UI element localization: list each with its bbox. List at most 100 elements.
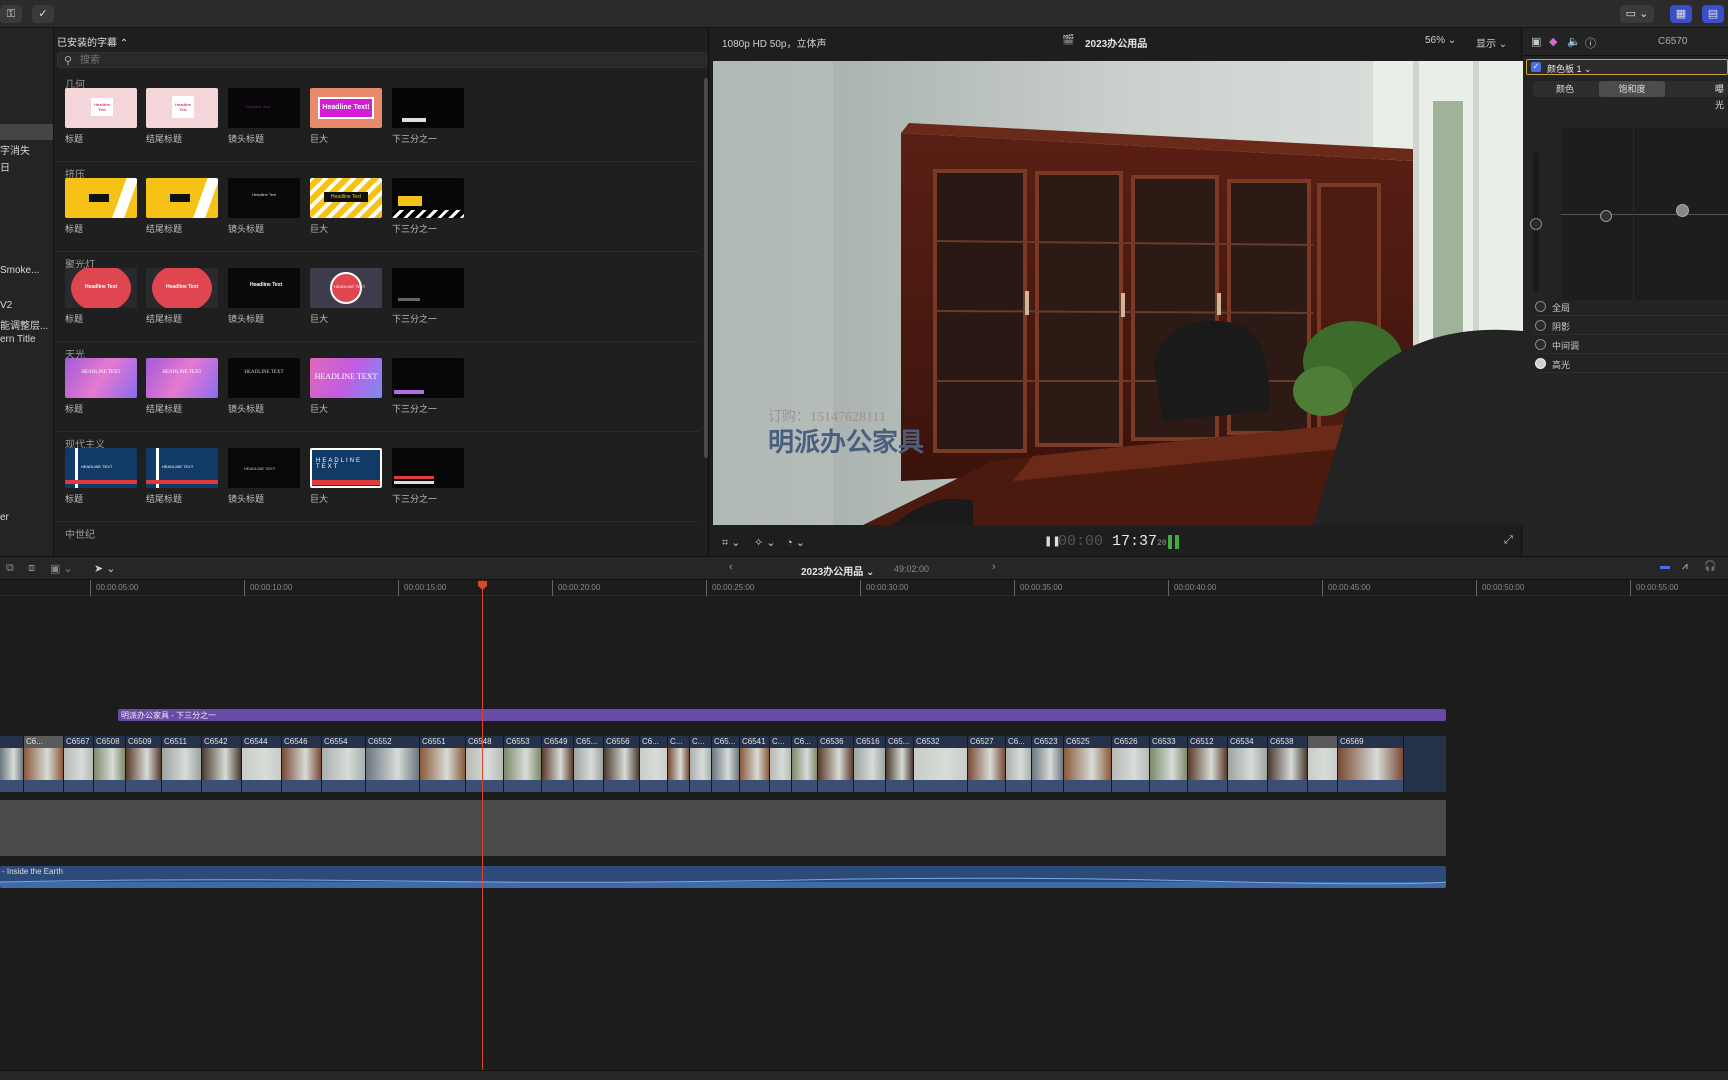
browser-title[interactable]: 已安装的字幕 ⌃ (57, 34, 128, 49)
video-frame[interactable]: 订购：15147628111 明派办公家具 (713, 61, 1523, 525)
timeline-clip[interactable]: C6538 (1268, 736, 1308, 792)
timeline-clip[interactable]: C6... (640, 736, 668, 792)
timeline-project-menu[interactable]: 2023办公用品 ⌄ (801, 563, 874, 578)
sidebar-item[interactable]: 字消失 (0, 142, 30, 157)
timeline-clip[interactable]: C6534 (1228, 736, 1268, 792)
search-input[interactable] (80, 54, 680, 67)
title-tile[interactable]: Headline Text (310, 178, 382, 218)
range-highlights[interactable]: 高光 (1533, 355, 1728, 373)
timeline-clip[interactable]: C... (668, 736, 690, 792)
timecode-display[interactable]: 00:00 17:3720 (1058, 533, 1167, 550)
timeline-clip[interactable]: C65... (886, 736, 914, 792)
highlights-puck[interactable] (1676, 204, 1689, 217)
timeline-clip[interactable]: C65... (574, 736, 604, 792)
timeline-clip[interactable]: C6523 (1032, 736, 1064, 792)
title-tile[interactable]: HEADLINE TEXT (146, 448, 218, 488)
color-board-selector[interactable]: ✓ 颜色板 1 ⌄ (1526, 59, 1728, 75)
audio-gap-track[interactable] (0, 800, 1446, 856)
timeline-body[interactable]: 明派办公家具 - 下三分之一 C6... C6567 C6508 C6509 C6511… (0, 596, 1728, 1070)
timeline-clip[interactable]: C6542 (202, 736, 242, 792)
browser-scrollbar[interactable] (704, 78, 708, 458)
overwrite-clip-icon[interactable]: ▣ ⌄ (50, 562, 73, 575)
saturation-board[interactable] (1530, 114, 1728, 314)
timeline-clip[interactable]: C6541 (740, 736, 770, 792)
timeline-clip[interactable]: C6567 (64, 736, 94, 792)
timeline-clip[interactable]: C6508 (94, 736, 126, 792)
timeline-clip[interactable]: C65... (712, 736, 740, 792)
audio-inspector-icon[interactable]: 🔈 (1567, 35, 1581, 48)
timeline-clip[interactable]: C... (690, 736, 712, 792)
retime-icon[interactable]: ◔ ⌄ (786, 536, 805, 549)
display-menu[interactable]: 显示 ⌄ (1476, 35, 1507, 50)
title-tile[interactable]: Headline Text (65, 88, 137, 128)
timeline-clip[interactable]: C6... (792, 736, 818, 792)
primary-storyline[interactable]: C6... C6567 C6508 C6509 C6511 C6542 C6544 C6546… (0, 736, 1446, 792)
timeline-clip[interactable]: C6527 (968, 736, 1006, 792)
title-tile[interactable]: HEADLINE TEXT (310, 448, 382, 488)
window-layout-button[interactable]: ▭ ⌄ (1620, 5, 1654, 23)
transform-icon[interactable]: ⌗ ⌄ (722, 536, 740, 550)
title-tile[interactable]: HEADLINE TEXT (228, 358, 300, 398)
history-forward-icon[interactable]: › (992, 561, 996, 573)
title-tile[interactable]: Headline Text (146, 268, 218, 308)
timeline-clip[interactable]: C... (770, 736, 792, 792)
sidebar-item[interactable]: er (0, 512, 9, 523)
skimming-icon[interactable]: ⩘ (1682, 561, 1688, 572)
timeline-clip[interactable]: C6516 (854, 736, 886, 792)
sidebar-item[interactable]: 能调整层... (0, 317, 48, 332)
title-tile[interactable]: Headline Text (228, 178, 300, 218)
title-tile[interactable]: HEADLINE TEXT (65, 448, 137, 488)
timeline-clip[interactable]: C6533 (1150, 736, 1188, 792)
title-tile[interactable] (392, 88, 464, 128)
fullscreen-icon[interactable]: ⤢ (1504, 534, 1513, 547)
title-tile[interactable]: Headline Text (228, 268, 300, 308)
sidebar-item[interactable]: Smoke... (0, 265, 39, 276)
playhead[interactable] (482, 580, 483, 1070)
title-tile[interactable] (65, 178, 137, 218)
sidebar-item[interactable]: 日 (0, 159, 10, 174)
title-tile[interactable]: HEADLINE TEXT (228, 448, 300, 488)
title-tile[interactable]: HEADLINE TEXT (310, 268, 382, 308)
title-tile[interactable]: Headline Text (146, 88, 218, 128)
board-enable-checkbox[interactable]: ✓ (1531, 62, 1541, 72)
shadows-puck[interactable] (1600, 210, 1612, 222)
timeline-clip[interactable]: C6554 (322, 736, 366, 792)
title-tile[interactable]: Headline Text (65, 268, 137, 308)
color-inspector-icon[interactable]: ◆ (1549, 35, 1557, 48)
sidebar-item[interactable]: ern Title (0, 334, 36, 345)
timeline-clip[interactable]: C6509 (126, 736, 162, 792)
select-tool-icon[interactable]: ➤ ⌄ (94, 562, 116, 575)
music-clip[interactable]: - Inside the Earth (0, 866, 1446, 888)
range-midtones[interactable]: 中间调 (1533, 336, 1728, 354)
search-field[interactable]: ⚲ (57, 52, 707, 68)
title-tile[interactable] (392, 448, 464, 488)
timeline-ruler[interactable]: 00:00:05:00 00:00:10:00 00:00:15:00 00:00:2… (0, 580, 1728, 596)
title-tile[interactable] (392, 178, 464, 218)
timeline-clip[interactable]: C6553 (504, 736, 542, 792)
timeline-clip[interactable]: C6552 (366, 736, 420, 792)
title-tile[interactable] (392, 268, 464, 308)
title-tile[interactable]: HEADLINE TEXT (65, 358, 137, 398)
timeline-clip[interactable]: C6511 (162, 736, 202, 792)
timeline-clip[interactable] (0, 736, 24, 792)
timeline-clip[interactable]: C6536 (818, 736, 854, 792)
info-inspector-icon[interactable]: ⓘ (1585, 35, 1596, 51)
video-inspector-icon[interactable]: ▣ (1531, 35, 1541, 48)
title-tile[interactable]: Headline Text! (310, 88, 382, 128)
title-tile[interactable]: HEADLINE TEXT (146, 358, 218, 398)
global-puck[interactable] (1530, 218, 1542, 230)
timeline-clip[interactable]: C6526 (1112, 736, 1150, 792)
sidebar-item[interactable]: V2 (0, 300, 12, 311)
timeline-clip[interactable]: C6548 (466, 736, 504, 792)
timeline-clip[interactable]: C6549 (542, 736, 574, 792)
range-shadows[interactable]: 阴影 (1533, 317, 1728, 335)
insert-clip-icon[interactable]: ⧈ (28, 562, 35, 575)
radio-icon[interactable] (1535, 339, 1546, 350)
radio-icon[interactable] (1535, 358, 1546, 369)
title-tile[interactable]: HEADLINE TEXT (310, 358, 382, 398)
timeline-clip[interactable] (1308, 736, 1338, 792)
connect-clip-icon[interactable]: ⧉ (6, 562, 14, 575)
timeline-clip[interactable]: C6... (24, 736, 64, 792)
tab-saturation[interactable]: 饱和度 (1599, 81, 1665, 97)
history-back-icon[interactable]: ‹ (729, 561, 733, 573)
